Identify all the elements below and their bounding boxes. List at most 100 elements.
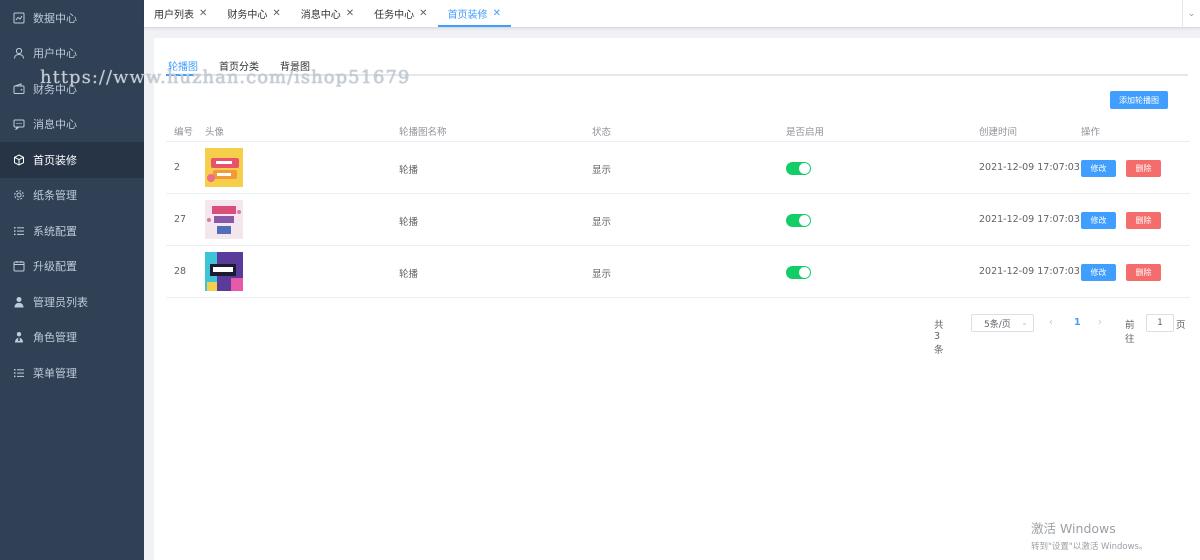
sidebar-item-label: 消息中心	[33, 118, 77, 132]
column-header: 编号	[174, 127, 194, 138]
tab-label: 消息中心	[300, 10, 341, 21]
sidebar-item-message-center[interactable]: 消息中心	[0, 107, 144, 143]
chevron-down-icon[interactable]: ⌄	[1182, 0, 1200, 28]
tab-task-center[interactable]: 任务中心 ✕	[364, 0, 437, 27]
column-header: 状态	[592, 127, 612, 138]
sidebar-item-data-center[interactable]: 数据中心	[0, 0, 144, 36]
enable-switch[interactable]	[786, 214, 811, 227]
table-row: 2 轮播 显示 2021-12-09 17:07:03 修改 删除	[166, 142, 1190, 194]
menu-icon	[13, 367, 25, 379]
user-icon	[13, 47, 25, 59]
sidebar-item-user-center[interactable]: 用户中心	[0, 36, 144, 72]
page-suffix-label: 页	[1176, 320, 1186, 331]
enable-switch[interactable]	[786, 266, 811, 279]
edit-button[interactable]: 修改	[1081, 212, 1116, 229]
sidebar-item-home-decoration[interactable]: 首页装修	[0, 142, 144, 178]
page-number-current[interactable]: 1	[1074, 317, 1081, 328]
chevron-right-icon[interactable]: ›	[1098, 317, 1102, 328]
page-size-value: 5条/页	[984, 319, 1011, 330]
cell-name: 轮播	[399, 269, 419, 280]
person-icon	[13, 296, 25, 308]
cell-created-time: 2021-12-09 17:07:03	[979, 162, 1080, 173]
cell-name: 轮播	[399, 165, 419, 176]
tab-label: 财务中心	[227, 10, 268, 21]
cell-name: 轮播	[399, 217, 419, 228]
subtab-active-indicator	[166, 74, 193, 76]
cell-id: 27	[174, 214, 187, 225]
sidebar-item-label: 菜单管理	[33, 366, 77, 380]
subtab-home-category[interactable]: 首页分类	[219, 58, 259, 73]
subtab-carousel[interactable]: 轮播图	[168, 58, 198, 73]
message-icon	[13, 118, 25, 131]
gear-icon	[13, 189, 25, 201]
close-icon[interactable]: ✕	[272, 8, 280, 19]
sidebar-item-finance-center[interactable]: 财务中心	[0, 71, 144, 107]
chevron-left-icon[interactable]: ‹	[1049, 317, 1053, 328]
column-header: 是否启用	[786, 127, 825, 138]
delete-button[interactable]: 删除	[1126, 264, 1161, 281]
tab-label: 首页装修	[447, 10, 488, 21]
add-carousel-button[interactable]: 添加轮播图	[1110, 91, 1168, 109]
tags-view: 用户列表 ✕ 财务中心 ✕ 消息中心 ✕ 任务中心 ✕ 首页装修 ✕ ⌄	[144, 0, 1200, 28]
close-icon[interactable]: ✕	[199, 8, 207, 19]
delete-button[interactable]: 删除	[1126, 212, 1161, 229]
close-icon[interactable]: ✕	[346, 8, 354, 19]
enable-switch[interactable]	[786, 162, 811, 175]
sidebar-item-label: 用户中心	[33, 47, 77, 61]
close-icon[interactable]: ✕	[493, 8, 501, 19]
page-size-select[interactable]: 5条/页 ⌄	[971, 314, 1034, 332]
main-card: 轮播图 首页分类 背景图 添加轮播图 编号 头像 轮播图名称 状态 是否启用 创…	[154, 38, 1200, 560]
table-header: 编号 头像 轮播图名称 状态 是否启用 创建时间 操作	[166, 120, 1190, 142]
sidebar-item-upgrade-config[interactable]: 升级配置	[0, 249, 144, 285]
subtabs: 轮播图 首页分类 背景图	[166, 58, 1188, 76]
sidebar-item-role-management[interactable]: 角色管理	[0, 320, 144, 356]
sidebar-item-system-config[interactable]: 系统配置	[0, 213, 144, 249]
tab-finance-center[interactable]: 财务中心 ✕	[217, 0, 290, 27]
table-row: 28 轮播 显示 2021-12-09 17:07:03 修改 删除	[166, 246, 1190, 298]
page-jump-input[interactable]: 1	[1146, 314, 1174, 332]
sidebar-item-label: 纸条管理	[33, 189, 77, 203]
sidebar-item-label: 管理员列表	[33, 295, 88, 309]
sidebar-item-admin-list[interactable]: 管理员列表	[0, 284, 144, 320]
column-header: 创建时间	[979, 127, 1018, 138]
box-icon	[13, 154, 25, 166]
close-icon[interactable]: ✕	[419, 8, 427, 19]
sidebar-item-label: 财务中心	[33, 82, 77, 96]
pagination-total: 共 3 条	[934, 320, 944, 356]
wallet-icon	[13, 83, 25, 95]
sidebar-item-label: 数据中心	[33, 11, 77, 25]
tab-message-center[interactable]: 消息中心 ✕	[291, 0, 364, 27]
sidebar: 数据中心 用户中心 财务中心 消息中心 首页装修 纸条管理 系统配置 升级配置 …	[0, 0, 144, 560]
cell-status: 显示	[592, 269, 612, 280]
cell-id: 2	[174, 162, 181, 173]
avatar-thumbnail	[205, 148, 243, 187]
tab-label: 任务中心	[374, 10, 415, 21]
sidebar-item-label: 首页装修	[33, 153, 77, 167]
subtab-background[interactable]: 背景图	[280, 58, 310, 73]
calendar-icon	[13, 260, 25, 272]
goto-label: 前往	[1125, 320, 1135, 345]
cell-created-time: 2021-12-09 17:07:03	[979, 266, 1080, 277]
chevron-down-icon: ⌄	[1021, 318, 1028, 327]
column-header: 轮播图名称	[399, 127, 447, 138]
chart-icon	[13, 12, 25, 24]
avatar-thumbnail	[205, 200, 243, 239]
sidebar-item-menu-management[interactable]: 菜单管理	[0, 355, 144, 391]
edit-button[interactable]: 修改	[1081, 160, 1116, 177]
delete-button[interactable]: 删除	[1126, 160, 1161, 177]
tab-user-list[interactable]: 用户列表 ✕	[144, 0, 217, 27]
sidebar-item-label: 升级配置	[33, 260, 77, 274]
table-row: 27 轮播 显示 2021-12-09 17:07:03 修改 删除	[166, 194, 1190, 246]
cell-status: 显示	[592, 217, 612, 228]
tab-home-decoration[interactable]: 首页装修 ✕	[437, 0, 512, 27]
role-icon	[13, 331, 25, 343]
list-icon	[13, 225, 25, 237]
sidebar-item-note-management[interactable]: 纸条管理	[0, 178, 144, 214]
avatar-thumbnail	[205, 252, 243, 291]
tab-label: 用户列表	[154, 10, 194, 21]
cell-status: 显示	[592, 165, 612, 176]
column-header: 操作	[1081, 127, 1101, 138]
edit-button[interactable]: 修改	[1081, 264, 1116, 281]
cell-id: 28	[174, 266, 187, 277]
sidebar-item-label: 系统配置	[33, 224, 77, 238]
